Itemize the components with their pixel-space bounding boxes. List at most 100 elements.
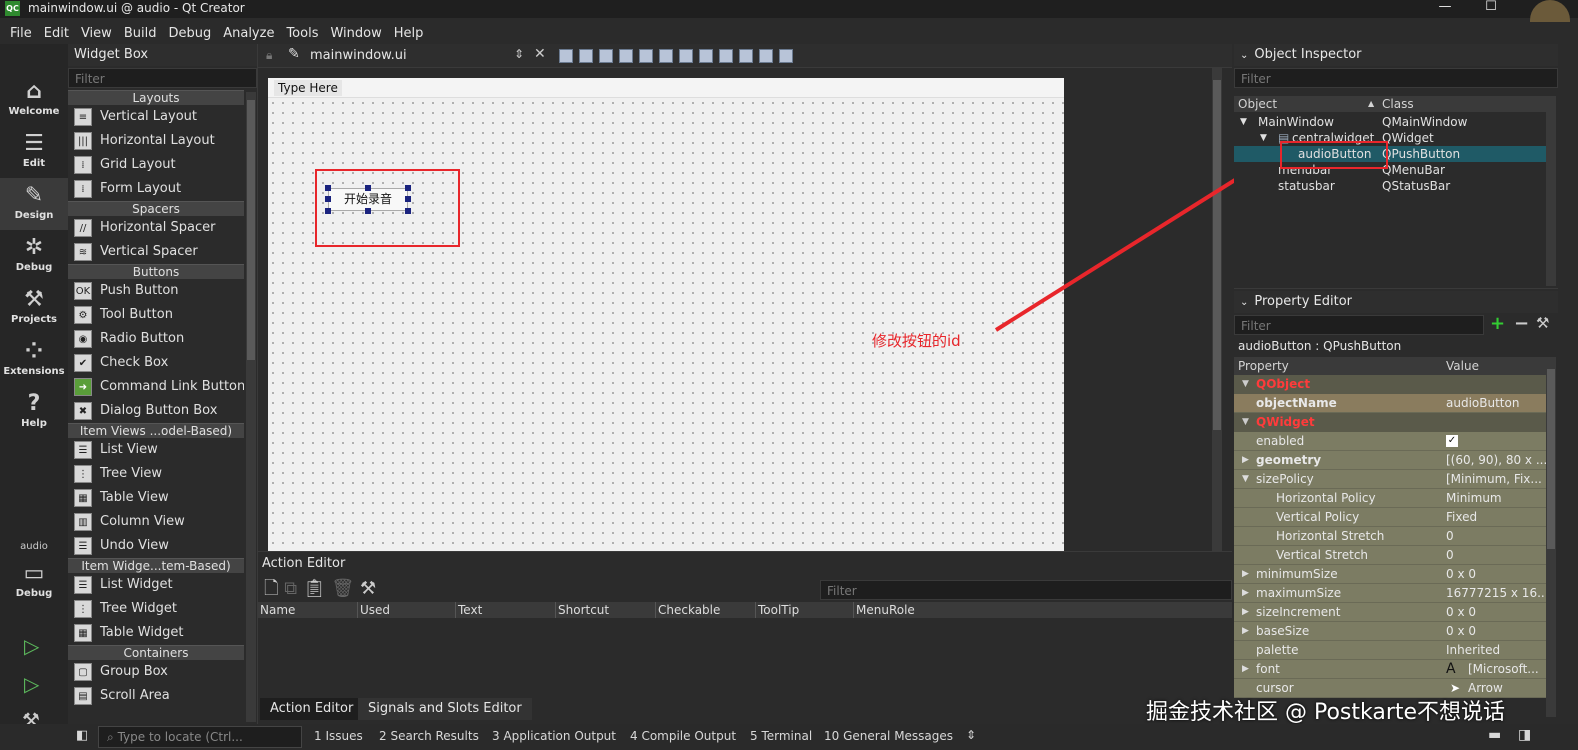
resize-handle[interactable] bbox=[365, 185, 371, 191]
column-header[interactable]: Used bbox=[358, 602, 456, 618]
menu-tools[interactable]: Tools bbox=[286, 26, 318, 41]
property-row-enabled[interactable]: enabled ✓ bbox=[1234, 432, 1546, 451]
output-tab-compile-output[interactable]: 4 Compile Output bbox=[630, 729, 736, 743]
output-tab-terminal[interactable]: 5 Terminal bbox=[750, 729, 812, 743]
edit-widgets-icon[interactable] bbox=[559, 48, 573, 63]
column-property[interactable]: Property bbox=[1238, 357, 1289, 375]
output-tab-search-results[interactable]: 2 Search Results bbox=[379, 729, 479, 743]
widget-item[interactable]: ⚙ Tool Button bbox=[68, 303, 244, 327]
widget-item[interactable]: ||| Horizontal Layout bbox=[68, 129, 244, 153]
widget-item[interactable]: ✔ Check Box bbox=[68, 351, 244, 375]
property-row-geometry[interactable]: ▶ geometry [(60, 90), 80 x ... bbox=[1234, 451, 1546, 470]
widget-item[interactable]: ☰ List View bbox=[68, 438, 244, 462]
column-class[interactable]: Class bbox=[1382, 96, 1414, 112]
category-item-views[interactable]: Item Views ...odel-Based) bbox=[68, 423, 244, 438]
property-row-palette[interactable]: palette Inherited bbox=[1234, 641, 1546, 660]
splitter-vertical-icon[interactable] bbox=[699, 48, 713, 63]
delete-action-icon[interactable]: 🗑︎ bbox=[331, 578, 354, 599]
edit-buddies-icon[interactable] bbox=[599, 48, 613, 63]
category-item-widgets[interactable]: Item Widge...tem-Based) bbox=[68, 558, 244, 573]
widget-item[interactable]: ☰ Undo View bbox=[68, 534, 244, 558]
property-row-font[interactable]: ▶ font A [Microsoft... bbox=[1234, 660, 1546, 679]
widget-item[interactable]: ⋮ Tree View bbox=[68, 462, 244, 486]
property-row-sizeincrement[interactable]: ▶ sizeIncrement 0 x 0 bbox=[1234, 603, 1546, 622]
resize-handle[interactable] bbox=[325, 208, 331, 214]
main-window-form[interactable]: Type Here 开始录音 bbox=[268, 78, 1064, 551]
menu-build[interactable]: Build bbox=[124, 26, 157, 41]
property-row-maximumsize[interactable]: ▶ maximumSize 16777215 x 16... bbox=[1234, 584, 1546, 603]
progress-icon[interactable]: ▬ bbox=[1488, 727, 1501, 743]
configure-action-icon[interactable]: ⚒ bbox=[360, 578, 376, 599]
property-filter[interactable]: Filter bbox=[1234, 315, 1484, 335]
action-filter[interactable]: Filter bbox=[820, 580, 1232, 600]
category-qwidget[interactable]: ▼ QWidget bbox=[1234, 413, 1546, 432]
copy-action-icon[interactable]: ⧉ bbox=[284, 578, 297, 599]
splitter-horizontal-icon[interactable] bbox=[679, 48, 693, 63]
resize-handle[interactable] bbox=[405, 185, 411, 191]
mode-projects[interactable]: ⚒ Projects bbox=[0, 282, 68, 334]
new-action-icon[interactable]: 🗋︎ bbox=[264, 578, 278, 599]
widget-item[interactable]: ▢ Group Box bbox=[68, 660, 244, 684]
column-header[interactable]: MenuRole bbox=[854, 602, 1232, 618]
property-row-horizontal-policy[interactable]: Horizontal Policy Minimum bbox=[1234, 489, 1546, 508]
resize-handle[interactable] bbox=[365, 208, 371, 214]
kit-selector[interactable]: ▭ Debug bbox=[0, 556, 68, 608]
property-row-horizontal-stretch[interactable]: Horizontal Stretch 0 bbox=[1234, 527, 1546, 546]
category-layouts[interactable]: Layouts bbox=[68, 90, 244, 105]
column-header[interactable]: Text bbox=[456, 602, 556, 618]
add-property-icon[interactable]: + bbox=[1490, 313, 1505, 334]
property-row-minimumsize[interactable]: ▶ minimumSize 0 x 0 bbox=[1234, 565, 1546, 584]
widget-item[interactable]: ▦ Table Widget bbox=[68, 621, 244, 645]
object-inspector-header[interactable]: ⌄ Object Inspector bbox=[1234, 44, 1558, 66]
column-header[interactable]: Shortcut bbox=[556, 602, 656, 618]
category-buttons[interactable]: Buttons bbox=[68, 264, 244, 279]
locator-input[interactable]: ⌕ Type to locate (Ctrl... bbox=[98, 726, 302, 748]
widget-item[interactable]: ▦ Table View bbox=[68, 486, 244, 510]
more-tabs-icon[interactable]: ⇕ bbox=[966, 728, 976, 742]
widget-item[interactable]: ⋮ Tree Widget bbox=[68, 597, 244, 621]
break-layout-icon[interactable] bbox=[759, 48, 773, 63]
widget-item[interactable]: ⁞ Form Layout bbox=[68, 177, 244, 201]
resize-handle[interactable] bbox=[325, 185, 331, 191]
output-tab-general-messages[interactable]: 10 General Messages bbox=[824, 729, 953, 743]
lay-out-horizontally-icon[interactable] bbox=[639, 48, 653, 63]
property-editor-scrollbar[interactable] bbox=[1546, 357, 1556, 717]
configure-wrench-icon[interactable]: ⚒ bbox=[1536, 314, 1549, 332]
widget-item[interactable]: ≡ Vertical Layout bbox=[68, 105, 244, 129]
close-file-icon[interactable]: ✕ bbox=[534, 46, 546, 62]
category-spacers[interactable]: Spacers bbox=[68, 201, 244, 216]
menu-edit[interactable]: Edit bbox=[44, 26, 69, 41]
column-value[interactable]: Value bbox=[1446, 357, 1479, 375]
property-row-objectname[interactable]: objectName audioButton bbox=[1234, 394, 1546, 413]
widget-item[interactable]: ≋ Vertical Spacer bbox=[68, 240, 244, 264]
menu-debug[interactable]: Debug bbox=[168, 26, 211, 41]
column-object[interactable]: Object bbox=[1238, 96, 1277, 112]
debug-run-icon[interactable]: ▷ bbox=[24, 672, 39, 696]
mode-extensions[interactable]: ⁘ Extensions bbox=[0, 334, 68, 386]
widget-item[interactable]: ✖ Dialog Button Box bbox=[68, 399, 244, 423]
widget-item[interactable]: ⁞ Grid Layout bbox=[68, 153, 244, 177]
mode-help[interactable]: ? Help bbox=[0, 386, 68, 438]
output-tab-application-output[interactable]: 3 Application Output bbox=[492, 729, 616, 743]
property-row-basesize[interactable]: ▶ baseSize 0 x 0 bbox=[1234, 622, 1546, 641]
column-header[interactable]: ToolTip bbox=[756, 602, 854, 618]
menu-file[interactable]: File bbox=[10, 26, 32, 41]
paste-action-icon[interactable]: 📋︎ bbox=[303, 578, 326, 599]
open-file-name[interactable]: mainwindow.ui bbox=[310, 48, 407, 63]
widget-item[interactable]: //Horizontal Spacer bbox=[68, 216, 244, 240]
widget-item[interactable]: ▥ Column View bbox=[68, 510, 244, 534]
minimize-button[interactable]: — bbox=[1430, 0, 1460, 18]
widget-box-scrollbar[interactable] bbox=[246, 92, 256, 722]
type-here-placeholder[interactable]: Type Here bbox=[274, 80, 342, 96]
toggle-right-sidebar-icon[interactable]: ◨ bbox=[1518, 727, 1531, 743]
resize-handle[interactable] bbox=[325, 196, 331, 202]
menu-view[interactable]: View bbox=[81, 26, 112, 41]
resize-handle[interactable] bbox=[405, 208, 411, 214]
widget-box-filter[interactable]: Filter bbox=[68, 68, 257, 88]
property-editor-header[interactable]: ⌄ Property Editor bbox=[1234, 291, 1558, 313]
mode-design[interactable]: ✎ Design bbox=[0, 178, 68, 230]
mode-edit[interactable]: ☰ Edit bbox=[0, 126, 68, 178]
edit-tab-order-icon[interactable] bbox=[619, 48, 633, 63]
menu-window[interactable]: Window bbox=[330, 26, 381, 41]
widget-item[interactable]: ◉ Radio Button bbox=[68, 327, 244, 351]
